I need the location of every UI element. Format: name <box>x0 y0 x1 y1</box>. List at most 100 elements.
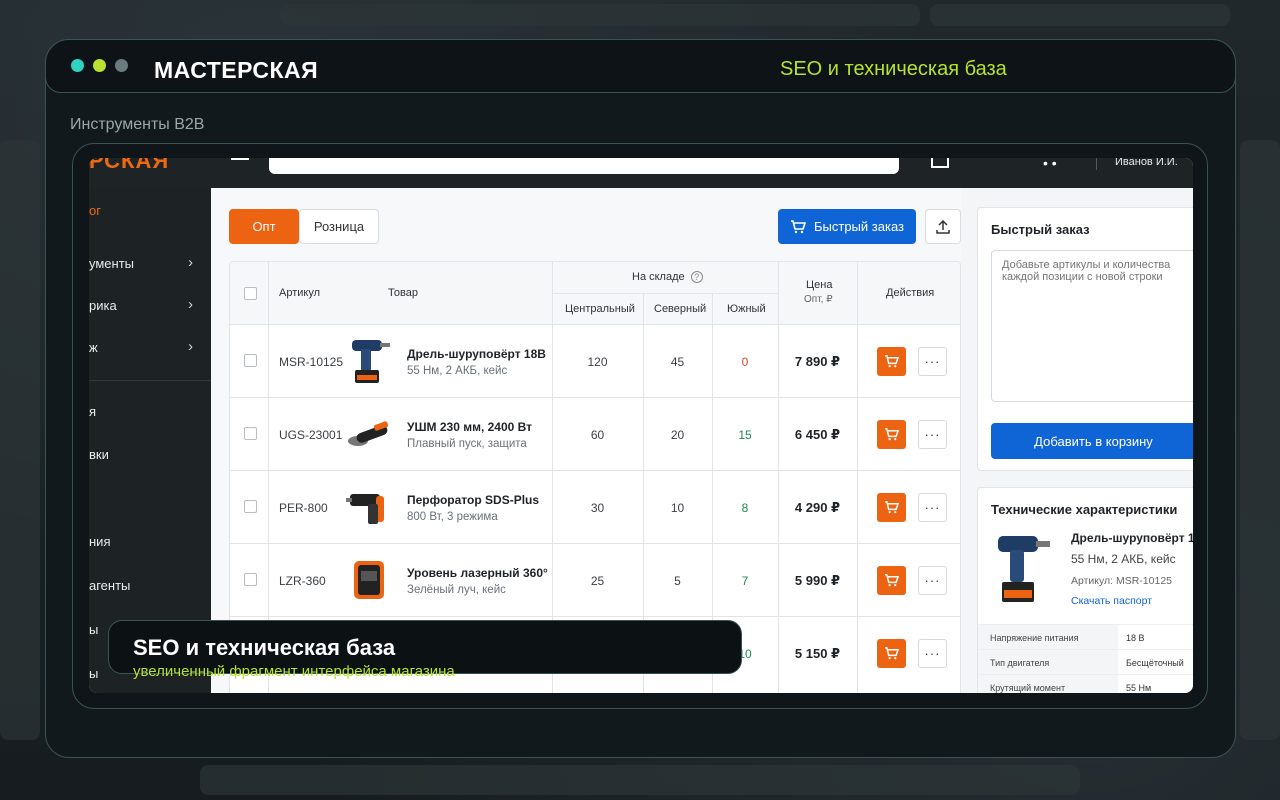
header-actions: Действия <box>886 287 935 299</box>
sidebar-item-7[interactable]: агенты <box>89 578 211 598</box>
quick-order-panel: Быстрый заказ Добавить в корзину <box>977 207 1193 471</box>
product-sub: 800 Вт, 3 режима <box>407 511 498 523</box>
specs-panel: Технические характеристики Дрель-шурупов… <box>977 487 1193 693</box>
help-icon[interactable]: ? <box>690 271 703 283</box>
stock-south: 7 <box>741 574 749 588</box>
add-to-cart-button[interactable] <box>877 493 906 522</box>
stock-north: 10 <box>670 501 685 515</box>
row-checkbox[interactable] <box>244 573 257 586</box>
row-price: 6 450 ₽ <box>794 427 841 442</box>
header-product: Товар <box>388 287 418 299</box>
sidebar-item-garden[interactable]: ж › <box>89 338 211 360</box>
grid-line <box>778 262 779 693</box>
add-to-cart-button[interactable]: Добавить в корзину <box>991 423 1193 459</box>
add-to-cart-button[interactable] <box>877 639 906 668</box>
caption-subtitle: увеличенный фрагмент интерфейса магазина <box>133 663 455 680</box>
header-stock-label: На складе <box>632 271 685 283</box>
caption-title: SEO и техническая база <box>133 635 396 660</box>
stock-central: 25 <box>590 574 605 588</box>
spec-value: Бесщёточный <box>1126 658 1184 668</box>
specs-title: Технические характеристики <box>991 502 1178 517</box>
sidebar-item-6[interactable]: ния <box>89 534 211 554</box>
grid-line <box>230 470 960 471</box>
header-price: Цена <box>806 279 833 291</box>
product-image[interactable] <box>346 336 392 386</box>
stock-south: 0 <box>741 355 749 369</box>
row-sku: MSR-10125 <box>279 355 344 369</box>
stock-south: 8 <box>741 501 749 515</box>
row-checkbox[interactable] <box>244 354 257 367</box>
window-dots <box>71 59 128 72</box>
caption-overlay: SEO и техническая база увеличенный фрагм… <box>108 620 742 680</box>
cart-icon <box>885 574 899 587</box>
quick-order-title: Быстрый заказ <box>991 222 1090 237</box>
product-sub: Плавный пуск, защита <box>407 438 527 450</box>
quick-order-button[interactable]: Быстрый заказ <box>778 209 916 244</box>
tab-wholesale[interactable]: Опт <box>229 209 299 244</box>
spec-value: 55 Нм <box>1126 683 1152 693</box>
product-sub: 55 Нм, 2 АКБ, кейс <box>407 365 508 377</box>
sidebar-item-4[interactable]: я <box>89 404 211 424</box>
row-price: 5 990 ₽ <box>794 573 841 588</box>
header-north: Северный <box>654 303 707 315</box>
site-logo[interactable]: РСКАЯ <box>89 158 169 174</box>
product-image[interactable] <box>346 555 392 605</box>
sidebar-divider <box>89 380 211 381</box>
sidebar-item-label: ния <box>89 534 111 549</box>
grid-line <box>230 616 960 617</box>
row-checkbox[interactable] <box>244 500 257 513</box>
header-central: Центральный <box>565 303 635 315</box>
spec-row: Тип двигателя Бесщёточный <box>978 649 1193 674</box>
product-name[interactable]: Дрель-шуруповёрт 18В <box>407 347 546 361</box>
spec-row: Напряжение питания 18 В <box>978 624 1193 649</box>
export-button[interactable] <box>925 209 961 244</box>
more-actions-button[interactable]: ··· <box>918 639 947 668</box>
compare-icon[interactable] <box>931 158 949 168</box>
product-image[interactable] <box>346 409 392 459</box>
dot-gray <box>115 59 128 72</box>
sidebar-item-label: ы <box>89 666 99 681</box>
select-all-checkbox[interactable] <box>244 287 257 300</box>
section-label: Инструменты B2B <box>70 116 205 133</box>
sidebar-item-catalog[interactable]: ог <box>89 203 101 218</box>
menu-icon[interactable] <box>231 158 249 160</box>
spec-key: Тип двигателя <box>990 658 1050 668</box>
add-to-cart-button[interactable] <box>877 347 906 376</box>
main-content: Опт Розница Быстрый заказ Артикул Товар … <box>211 188 961 693</box>
search-input[interactable] <box>269 158 899 174</box>
add-to-cart-button[interactable] <box>877 566 906 595</box>
row-price: 4 290 ₽ <box>794 500 841 515</box>
user-name[interactable]: Иванов И.И. <box>1115 158 1178 168</box>
product-name[interactable]: УШМ 230 мм, 2400 Вт <box>407 420 532 434</box>
spec-key: Крутящий момент <box>990 683 1066 693</box>
product-name[interactable]: Перфоратор SDS-Plus <box>407 493 539 507</box>
product-image[interactable] <box>346 482 392 532</box>
specs-article: Артикул: MSR-10125 <box>1071 575 1173 587</box>
cart-icon <box>885 647 899 660</box>
more-actions-button[interactable]: ··· <box>918 566 947 595</box>
header-sku: Артикул <box>279 287 321 299</box>
topbar-title: SEO и техническая база <box>780 58 1007 80</box>
sku-list-textarea[interactable] <box>991 250 1193 402</box>
quick-order-label: Быстрый заказ <box>814 219 904 234</box>
delivery-icon[interactable] <box>985 158 1003 168</box>
cart-icon <box>885 355 899 368</box>
download-passport-link[interactable]: Скачать паспорт <box>1071 595 1152 607</box>
more-actions-button[interactable]: ··· <box>918 493 947 522</box>
product-name[interactable]: Уровень лазерный 360° <box>407 566 548 580</box>
more-actions-button[interactable]: ··· <box>918 347 947 376</box>
row-price: 7 890 ₽ <box>794 354 841 369</box>
row-checkbox[interactable] <box>244 427 257 440</box>
more-actions-button[interactable]: ··· <box>918 420 947 449</box>
tab-retail[interactable]: Розница <box>299 209 379 244</box>
stock-central: 30 <box>590 501 605 515</box>
sidebar-item-electrics[interactable]: рика › <box>89 296 211 318</box>
stock-north: 20 <box>670 428 685 442</box>
more-icon[interactable]: • • <box>1043 158 1057 170</box>
chevron-right-icon: › <box>188 296 193 313</box>
sidebar-item-label: ументы <box>89 256 134 271</box>
sidebar-item-5[interactable]: вки <box>89 447 211 467</box>
add-to-cart-button[interactable] <box>877 420 906 449</box>
sidebar-item-tools[interactable]: ументы › <box>89 254 211 276</box>
dot-cyan <box>71 59 84 72</box>
